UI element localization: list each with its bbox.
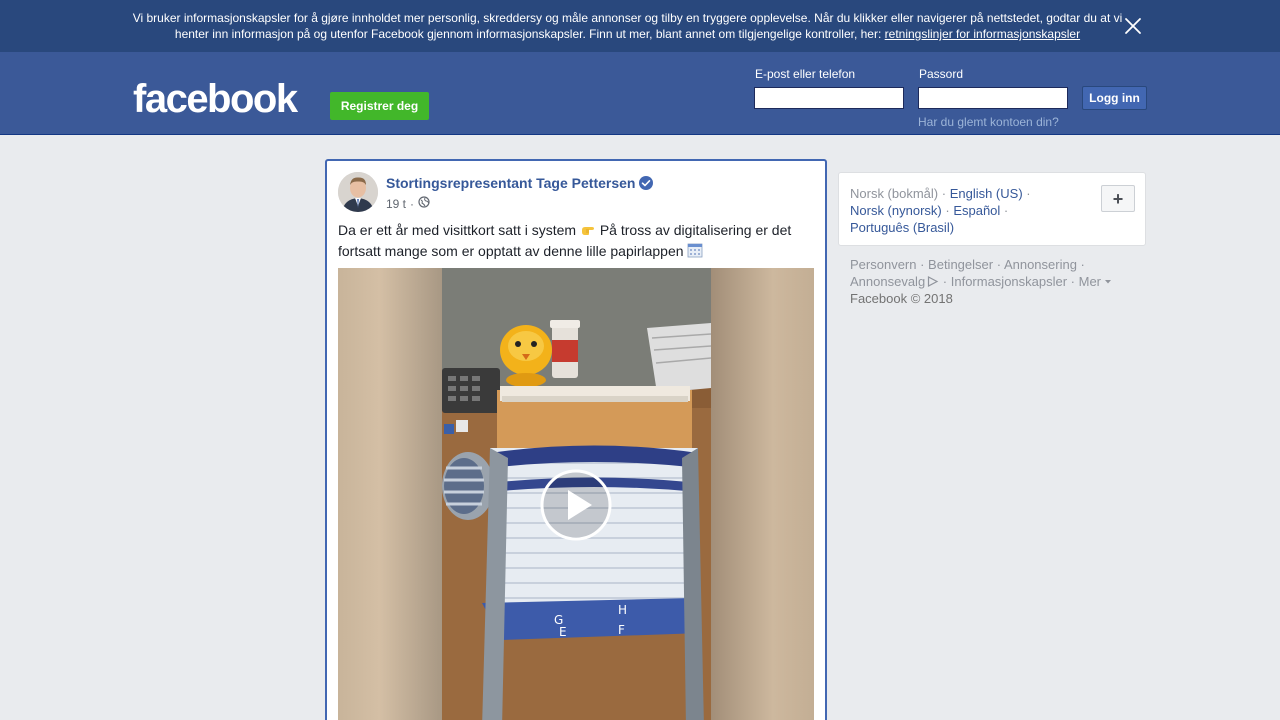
footer-link-ad-choices[interactable]: Annonsevalg — [850, 274, 925, 289]
footer-link-privacy[interactable]: Personvern — [850, 257, 916, 272]
post-card: Stortingsrepresentant Tage Pettersen 19 … — [325, 159, 827, 720]
play-icon[interactable] — [540, 469, 612, 541]
add-language-button[interactable]: + — [1101, 185, 1135, 212]
register-button[interactable]: Registrer deg — [330, 92, 429, 120]
chevron-down-icon — [1101, 274, 1112, 289]
verified-badge-icon — [638, 175, 654, 191]
globe-icon — [418, 196, 430, 211]
post-timestamp[interactable]: 19 t — [386, 197, 406, 211]
language-list: Norsk (bokmål) · English (US) · Norsk (n… — [850, 186, 1031, 235]
cookie-policy-link[interactable]: retningslinjer for informasjonskapsler — [885, 27, 1080, 41]
email-field[interactable] — [754, 87, 904, 109]
facebook-logo[interactable]: facebook — [133, 76, 298, 122]
svg-text:F: F — [618, 623, 625, 637]
svg-text:H: H — [618, 603, 627, 617]
language-portuguese[interactable]: Português (Brasil) — [850, 220, 954, 235]
post-meta: 19 t · — [386, 196, 430, 211]
footer-link-more[interactable]: Mer — [1079, 274, 1101, 289]
post-author-name[interactable]: Stortingsrepresentant Tage Pettersen — [386, 175, 635, 191]
login-button[interactable]: Logg inn — [1082, 86, 1147, 110]
top-header: facebook Registrer deg E-post eller tele… — [0, 52, 1280, 135]
cookie-banner-text: Vi bruker informasjonskapsler for å gjør… — [130, 10, 1125, 42]
password-label: Passord — [919, 67, 964, 81]
current-language: Norsk (bokmål) — [850, 186, 939, 201]
footer-links: Personvern · Betingelser · Annonsering ·… — [850, 256, 1130, 307]
meta-separator: · — [410, 196, 415, 211]
avatar[interactable] — [338, 172, 378, 212]
post-video[interactable]: H G F E — [338, 268, 814, 720]
footer-link-terms[interactable]: Betingelser — [928, 257, 993, 272]
language-selector: Norsk (bokmål) · English (US) · Norsk (n… — [838, 172, 1146, 246]
calendar-icon — [687, 242, 703, 263]
post-text: Da er ett år med visittkort satt i syste… — [338, 221, 818, 263]
post-text-part-1: Da er ett år med visittkort satt i syste… — [338, 222, 580, 238]
language-spanish[interactable]: Español — [953, 203, 1000, 218]
cookie-banner: Vi bruker informasjonskapsler for å gjør… — [0, 0, 1280, 52]
password-field[interactable] — [918, 87, 1068, 109]
language-english[interactable]: English (US) — [950, 186, 1023, 201]
footer-link-advertising[interactable]: Annonsering — [1004, 257, 1077, 272]
ad-choices-icon — [925, 274, 939, 289]
footer-link-cookies[interactable]: Informasjonskapsler — [951, 274, 1067, 289]
close-icon[interactable] — [1122, 15, 1144, 37]
svg-text:E: E — [559, 625, 567, 639]
forgot-account-link[interactable]: Har du glemt kontoen din? — [918, 115, 1059, 129]
copyright-text: Facebook © 2018 — [850, 291, 953, 306]
language-nynorsk[interactable]: Norsk (nynorsk) — [850, 203, 942, 218]
email-label: E-post eller telefon — [755, 67, 856, 81]
video-blur-left — [338, 268, 442, 720]
video-blur-right — [711, 268, 814, 720]
pointing-hand-icon — [580, 221, 596, 242]
